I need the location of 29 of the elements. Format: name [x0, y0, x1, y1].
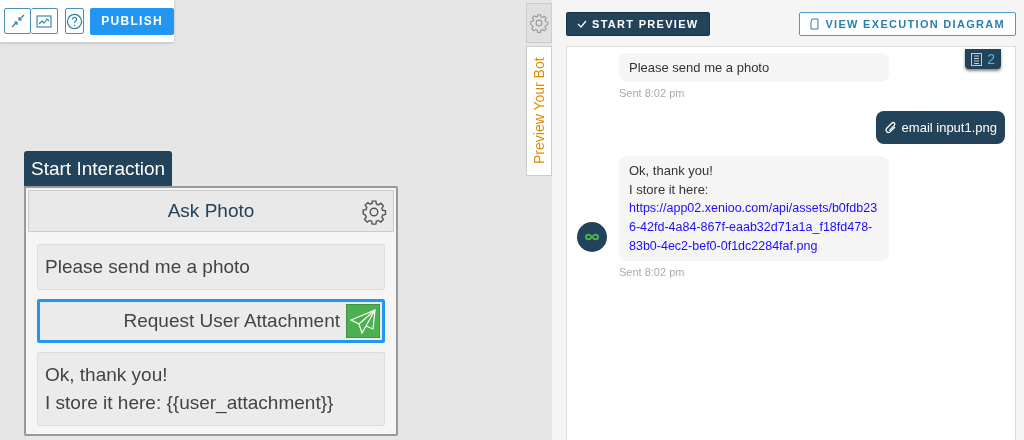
log-badge[interactable]: 2	[965, 49, 1001, 69]
settings-tab[interactable]	[526, 3, 552, 43]
paper-plane-icon	[346, 304, 380, 338]
message-block[interactable]: Ok, thank you! I store it here: {{user_attachment}}	[37, 352, 385, 426]
paperclip-icon	[883, 119, 898, 136]
chart-icon	[36, 14, 52, 28]
attachment-block[interactable]: Request User Attachment	[37, 299, 385, 343]
attachment-link[interactable]: https://app02.xenioo.com/api/assets/b0fdb236-42fd-4a84-867f-eaab32d71a1a_f18fd478-83b0-4ec2-bef0-0f1dc2284faf.png	[629, 199, 879, 256]
settings-icon[interactable]	[361, 199, 387, 225]
collapse-arrows-icon	[10, 14, 25, 28]
check-icon	[577, 20, 587, 28]
list-icon	[971, 52, 983, 66]
message-block[interactable]: Please send me a photo	[37, 244, 385, 290]
node-title: Ask Photo	[167, 200, 255, 222]
document-icon	[810, 18, 821, 30]
log-count: 2	[987, 51, 995, 67]
start-preview-button[interactable]: START PREVIEW	[566, 12, 710, 36]
node-card[interactable]: Ask Photo Please send me a photo Request User Attachment Ok, thank you! I store it here: {{user_attachment}}	[24, 186, 398, 436]
start-label: Start Interaction	[24, 151, 173, 186]
help-icon	[66, 12, 84, 30]
collapse-button[interactable]	[4, 8, 31, 34]
attachment-name: email input1.png	[901, 119, 997, 137]
message-time: Sent 8:02 pm	[619, 266, 686, 278]
view-diagram-button[interactable]: VIEW EXECUTION DIAGRAM	[799, 12, 1016, 36]
message-time: Sent 8:02 pm	[619, 87, 686, 99]
chart-button[interactable]	[31, 8, 58, 34]
message-text: Please send me a photo	[629, 59, 771, 77]
message-text: Ok, thank you! I store it here:	[629, 162, 714, 199]
help-button[interactable]	[65, 8, 85, 34]
